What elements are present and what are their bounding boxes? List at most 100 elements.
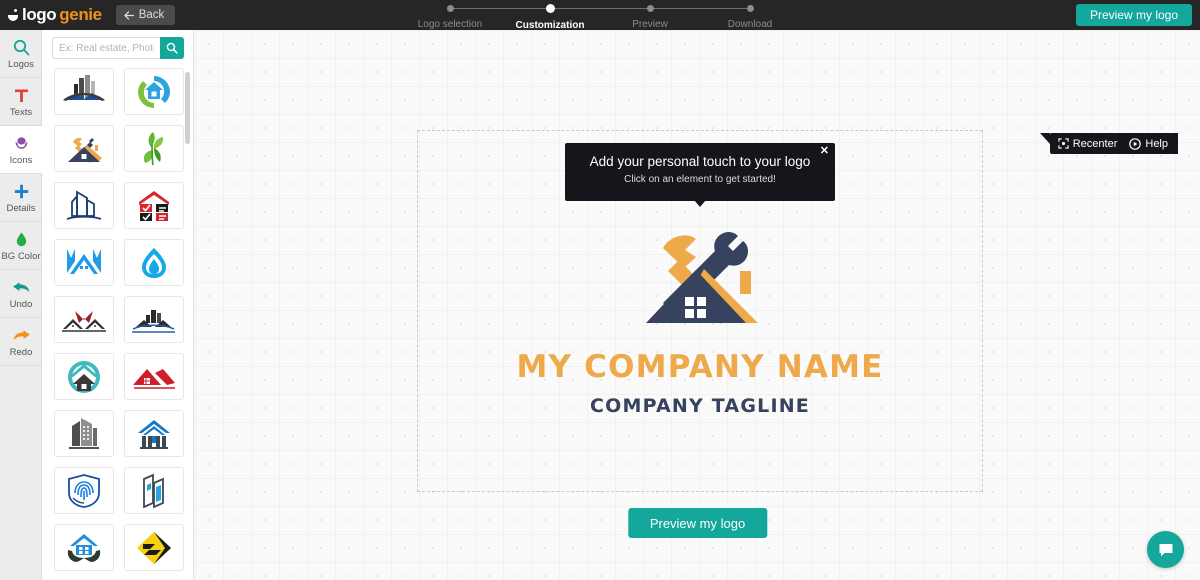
callout-arrow bbox=[694, 200, 706, 207]
thumbnail-circle-house-logo[interactable] bbox=[124, 68, 184, 115]
top-bar: logo genie Back Logo selection Customizat… bbox=[0, 0, 1200, 31]
cube-buildings-icon bbox=[143, 473, 164, 508]
step-label: Customization bbox=[515, 20, 585, 31]
sidebar-item-label: Icons bbox=[9, 155, 33, 166]
thumbnail-red-roof-house-logo[interactable] bbox=[124, 353, 184, 400]
grey-towers-icon bbox=[69, 417, 99, 449]
thumbnail-water-drop-logo[interactable] bbox=[124, 239, 184, 286]
chat-support-button[interactable] bbox=[1147, 531, 1184, 568]
thumbnail-teal-circle-house-logo[interactable] bbox=[54, 353, 114, 400]
step-preview[interactable]: Preview bbox=[600, 0, 750, 30]
canvas-toolbar: Recenter Help bbox=[1039, 133, 1178, 154]
step-label: Download bbox=[727, 19, 773, 30]
genie-lamp-icon bbox=[8, 8, 19, 22]
thumbnail-scrollbar[interactable] bbox=[185, 72, 190, 144]
brand-genie-text: genie bbox=[59, 5, 102, 24]
tool-rail: Logos Texts Icons Details BG Color Undo … bbox=[0, 30, 42, 580]
blocks-check-icon bbox=[139, 190, 169, 221]
help-button[interactable]: Help bbox=[1129, 138, 1168, 150]
sidebar-item-texts[interactable]: Texts bbox=[0, 78, 42, 126]
tools-roof-icon bbox=[68, 137, 102, 163]
preview-my-logo-button-bottom[interactable]: Preview my logo bbox=[627, 508, 768, 538]
twin-roofs-icon bbox=[62, 310, 106, 332]
step-customization[interactable]: Customization bbox=[500, 0, 650, 31]
search-row bbox=[52, 37, 184, 59]
step-logo-selection[interactable]: Logo selection bbox=[400, 0, 550, 30]
search-icon bbox=[166, 42, 178, 54]
chat-bubble-icon bbox=[1159, 543, 1172, 556]
company-name-text[interactable]: MY COMPANY NAME bbox=[418, 349, 982, 385]
redo-arrow-icon bbox=[12, 325, 31, 345]
thumbnail-grey-towers-logo[interactable] bbox=[54, 410, 114, 457]
sidebar-item-label: Details bbox=[6, 203, 36, 214]
step-bullet bbox=[545, 4, 555, 13]
logo-canvas[interactable]: MY COMPANY NAME COMPANY TAGLINE ✕ Add yo… bbox=[195, 30, 1200, 580]
progress-steps: Logo selection Customization Preview Dow… bbox=[400, 0, 800, 31]
thumbnail-blue-home-columns-logo[interactable] bbox=[124, 410, 184, 457]
brand-logo[interactable]: logo genie bbox=[8, 5, 102, 25]
undo-arrow-icon bbox=[12, 277, 31, 297]
thumbnail-cube-buildings-logo[interactable] bbox=[124, 467, 184, 514]
close-icon[interactable]: ✕ bbox=[820, 146, 829, 157]
back-button-label: Back bbox=[138, 9, 165, 21]
sidebar-item-bg-color[interactable]: BG Color bbox=[0, 222, 42, 270]
help-label: Help bbox=[1145, 137, 1168, 150]
thumbnail-blue-m-roof-logo[interactable] bbox=[54, 239, 114, 286]
city-roof-icon bbox=[132, 309, 175, 333]
sidebar-item-details[interactable]: Details bbox=[0, 174, 42, 222]
teal-circle-house-icon bbox=[68, 360, 100, 393]
sidebar-item-logos[interactable]: Logos bbox=[0, 30, 42, 78]
buildings-roof-icon bbox=[63, 74, 105, 101]
towers-outline-icon bbox=[66, 189, 102, 220]
thumbnail-grid bbox=[42, 68, 193, 580]
thumbnail-tools-roof-logo[interactable] bbox=[54, 125, 114, 172]
play-circle-icon bbox=[1129, 137, 1142, 150]
diamond-s-icon bbox=[137, 531, 171, 564]
thumbnail-city-roof-logo[interactable] bbox=[124, 296, 184, 343]
thumbnail-red-black-blocks-logo[interactable] bbox=[124, 182, 184, 229]
callout-title: Add your personal touch to your logo bbox=[589, 154, 811, 169]
step-bullet bbox=[446, 5, 454, 12]
step-download[interactable]: Download bbox=[700, 0, 800, 30]
arrow-left-icon bbox=[124, 10, 134, 20]
sidebar-item-label: BG Color bbox=[1, 251, 41, 262]
thumbnail-fingerprint-shield-logo[interactable] bbox=[54, 467, 114, 514]
water-drop-icon bbox=[142, 247, 166, 278]
thumbnail-yellow-black-diamond-logo[interactable] bbox=[124, 524, 184, 571]
onboarding-callout: ✕ Add your personal touch to your logo C… bbox=[565, 143, 835, 207]
step-bullet bbox=[746, 5, 754, 12]
red-roof-house-icon bbox=[133, 368, 175, 389]
sidebar-item-redo[interactable]: Redo bbox=[0, 318, 42, 366]
thumbnail-dark-red-roofs-logo[interactable] bbox=[54, 296, 114, 343]
back-button[interactable]: Back bbox=[115, 5, 176, 25]
thumbnail-leaf-sprout-logo[interactable] bbox=[124, 125, 184, 172]
plus-icon bbox=[13, 181, 30, 201]
recenter-button[interactable]: Recenter bbox=[1058, 138, 1117, 150]
company-tagline-text[interactable]: COMPANY TAGLINE bbox=[418, 395, 982, 417]
home-columns-icon bbox=[138, 419, 170, 449]
sidebar-item-label: Texts bbox=[9, 107, 33, 118]
sidebar-item-label: Redo bbox=[9, 347, 33, 358]
house-roof-hammer-wrench-icon[interactable] bbox=[600, 223, 800, 333]
thumbnail-scroll-area[interactable] bbox=[42, 68, 193, 580]
logo-thumbnail-panel bbox=[42, 30, 194, 580]
search-icon bbox=[13, 37, 30, 57]
m-roof-icon bbox=[67, 248, 101, 274]
preview-my-logo-button-top[interactable]: Preview my logo bbox=[1075, 4, 1192, 26]
recenter-crosshair-icon bbox=[1058, 138, 1069, 149]
brand-logo-text: logo bbox=[22, 5, 57, 24]
thumbnail-towers-outline-logo[interactable] bbox=[54, 182, 114, 229]
callout-subtitle: Click on an element to get started! bbox=[624, 174, 776, 185]
search-input[interactable] bbox=[52, 37, 160, 59]
thumbnail-house-in-hands-logo[interactable] bbox=[54, 524, 114, 571]
step-label: Logo selection bbox=[417, 19, 483, 30]
thumbnail-skyline-roof-logo[interactable] bbox=[54, 68, 114, 115]
sidebar-item-label: Logos bbox=[8, 59, 34, 70]
sidebar-item-icons[interactable]: Icons bbox=[0, 126, 42, 174]
search-submit-button[interactable] bbox=[160, 37, 184, 59]
icons-shape-icon bbox=[13, 133, 30, 153]
leaf-sprout-icon bbox=[143, 131, 164, 165]
fingerprint-shield-icon bbox=[68, 473, 100, 508]
text-t-icon bbox=[13, 85, 30, 105]
sidebar-item-undo[interactable]: Undo bbox=[0, 270, 42, 318]
